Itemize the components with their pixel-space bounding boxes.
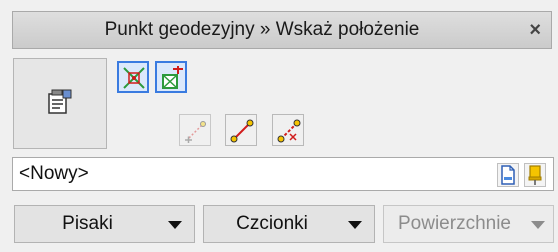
chevron-down-icon: [348, 221, 362, 229]
chevron-down-icon: [168, 221, 182, 229]
properties-button[interactable]: [13, 58, 107, 149]
fonts-dropdown-label: Czcionki: [236, 213, 308, 234]
name-field-container: [12, 157, 554, 191]
new-document-icon: [498, 165, 518, 190]
pens-dropdown-label: Pisaki: [62, 213, 113, 234]
surfaces-dropdown-label: Powierzchnie: [398, 213, 511, 234]
fonts-dropdown[interactable]: Czcionki: [203, 205, 375, 243]
properties-icon: [45, 86, 75, 121]
close-icon[interactable]: ×: [529, 12, 541, 48]
snap-intersection-button[interactable]: [117, 61, 149, 93]
name-field[interactable]: [19, 161, 439, 187]
pin-button[interactable]: [524, 163, 546, 187]
new-document-button[interactable]: [497, 163, 519, 187]
pens-dropdown[interactable]: Pisaki: [14, 205, 195, 243]
locate-point-panel: Punkt geodezyjny » Wskaż położenie × <No…: [0, 0, 558, 252]
panel-title-bar[interactable]: Punkt geodezyjny » Wskaż położenie ×: [12, 11, 552, 49]
snap-insert-point-button[interactable]: [155, 61, 187, 93]
surfaces-dropdown: Powierzchnie: [383, 205, 554, 243]
pin-icon: [525, 165, 545, 190]
chevron-down-icon: [531, 221, 545, 229]
snap-offset-point-button[interactable]: [179, 114, 211, 146]
panel-title: Punkt geodezyjny » Wskaż położenie: [104, 19, 420, 40]
snap-line-cut-button[interactable]: [272, 114, 304, 146]
snap-line-endpoints-button[interactable]: [225, 114, 257, 146]
